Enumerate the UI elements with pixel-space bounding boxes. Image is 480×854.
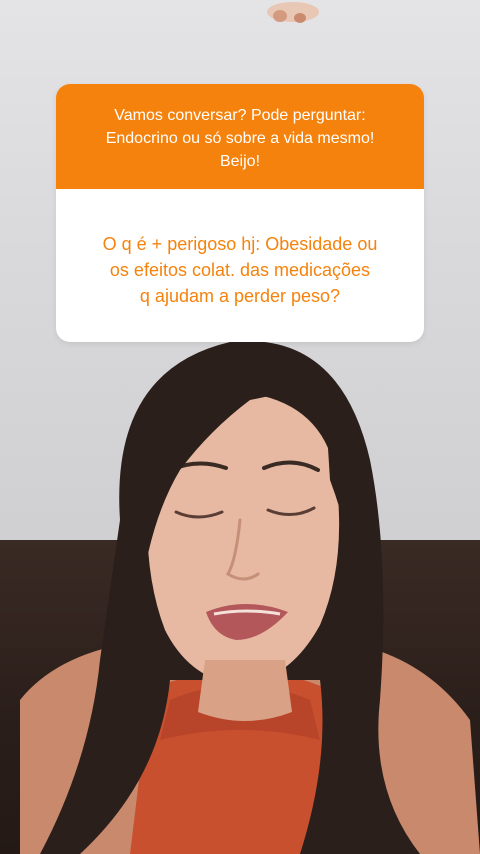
answer-line: os efeitos colat. das medicações xyxy=(109,260,371,280)
prompt-line: Vamos conversar? Pode perguntar: xyxy=(114,107,366,124)
answer-line: q ajudam a perder peso? xyxy=(139,286,341,306)
prompt-line: Endocrino ou só sobre a vida mesmo! xyxy=(105,130,375,147)
question-sticker[interactable]: Vamos conversar? Pode perguntar: Endocri… xyxy=(56,84,424,342)
question-prompt: Vamos conversar? Pode perguntar: Endocri… xyxy=(56,84,424,189)
question-answer: O q é + perigoso hj: Obesidade ou os efe… xyxy=(56,189,424,342)
prompt-line: Beijo! xyxy=(219,153,261,170)
answer-line: O q é + perigoso hj: Obesidade ou xyxy=(102,234,378,254)
